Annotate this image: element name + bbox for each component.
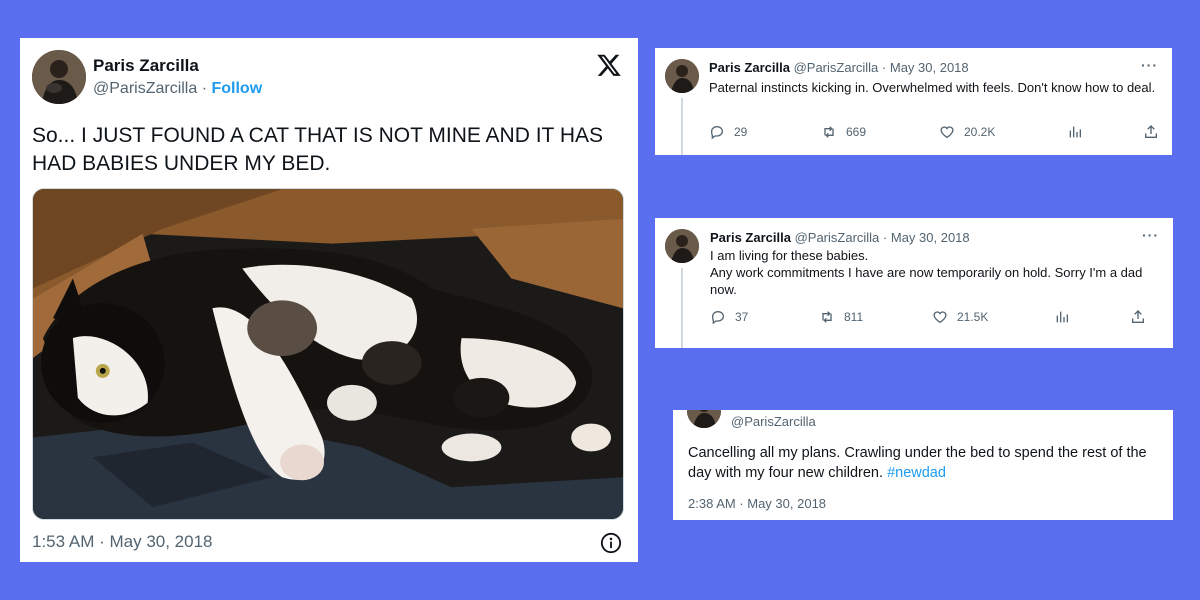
reply-icon bbox=[710, 125, 724, 140]
follow-button[interactable]: Follow bbox=[211, 80, 262, 97]
reply-card-3: @ParisZarcilla Cancelling all my plans. … bbox=[673, 410, 1173, 520]
retweet-action[interactable]: 669 bbox=[821, 124, 866, 140]
reply-action[interactable]: 37 bbox=[710, 309, 748, 325]
reply-text-line: Any work commitments I have are now temp… bbox=[710, 265, 1143, 297]
author-handle[interactable]: @ParisZarcilla bbox=[795, 230, 880, 245]
share-icon bbox=[1145, 125, 1157, 138]
retweet-action[interactable]: 811 bbox=[819, 309, 863, 325]
author-handle[interactable]: @ParisZarcilla bbox=[93, 80, 197, 97]
like-action[interactable]: 21.5K bbox=[932, 309, 988, 325]
reply-icon bbox=[711, 310, 725, 325]
reply-card-2: Paris Zarcilla @ParisZarcilla · May 30, … bbox=[655, 218, 1173, 348]
tweet-text: So... I JUST FOUND A CAT THAT IS NOT MIN… bbox=[32, 124, 604, 175]
analytics-icon bbox=[1069, 126, 1081, 138]
views-action[interactable] bbox=[1054, 309, 1070, 325]
author-handle[interactable]: @ParisZarcilla bbox=[794, 60, 879, 75]
avatar[interactable] bbox=[32, 50, 86, 104]
retweet-count: 669 bbox=[846, 125, 867, 139]
analytics-icon bbox=[1056, 311, 1068, 323]
views-action[interactable] bbox=[1067, 124, 1083, 140]
avatar[interactable] bbox=[687, 410, 721, 428]
x-logo-icon[interactable] bbox=[596, 52, 622, 78]
more-options-icon[interactable]: ··· bbox=[1141, 57, 1158, 73]
tweet-timestamp[interactable]: 1:53 AM · May 30, 2018 bbox=[32, 532, 213, 552]
share-icon bbox=[1132, 310, 1144, 323]
reply-timestamp[interactable]: 2:38 AM · May 30, 2018 bbox=[688, 496, 826, 511]
reply-action[interactable]: 29 bbox=[709, 124, 747, 140]
retweet-icon bbox=[824, 126, 834, 138]
main-tweet-card: Paris Zarcilla @ParisZarcilla · Follow S… bbox=[20, 38, 638, 562]
like-count: 21.5K bbox=[957, 310, 989, 324]
share-action[interactable] bbox=[1130, 309, 1146, 325]
author-handle[interactable]: @ParisZarcilla bbox=[731, 414, 816, 429]
thread-line bbox=[681, 98, 683, 155]
heart-icon bbox=[940, 126, 954, 139]
thread-line bbox=[681, 268, 683, 348]
avatar[interactable] bbox=[665, 229, 699, 263]
reply-text: Cancelling all my plans. Crawling under … bbox=[688, 443, 1158, 483]
action-bar: 29 669 20.2K bbox=[709, 124, 1159, 142]
reply-count: 37 bbox=[735, 310, 749, 324]
heart-icon bbox=[933, 311, 947, 324]
like-action[interactable]: 20.2K bbox=[939, 124, 995, 140]
retweet-count: 811 bbox=[844, 310, 864, 324]
like-count: 20.2K bbox=[964, 125, 996, 139]
more-options-icon[interactable]: ··· bbox=[1142, 227, 1159, 243]
hashtag-link[interactable]: #newdad bbox=[887, 465, 946, 481]
author-name[interactable]: Paris Zarcilla bbox=[93, 56, 199, 76]
reply-text: I am living for these babies. Any work c… bbox=[710, 247, 1155, 298]
reply-text-line: I am living for these babies. bbox=[710, 248, 869, 263]
reply-card-1: Paris Zarcilla @ParisZarcilla · May 30, … bbox=[655, 48, 1172, 155]
avatar[interactable] bbox=[665, 59, 699, 93]
author-name[interactable]: Paris Zarcilla bbox=[710, 230, 791, 245]
retweet-icon bbox=[822, 311, 832, 323]
action-bar: 37 811 21.5K bbox=[710, 309, 1160, 327]
author-name[interactable]: Paris Zarcilla bbox=[709, 60, 790, 75]
reply-count: 29 bbox=[734, 125, 748, 139]
tweet-photo[interactable] bbox=[32, 188, 624, 520]
separator: · bbox=[197, 80, 212, 97]
reply-date[interactable]: · May 30, 2018 bbox=[883, 230, 970, 245]
share-action[interactable] bbox=[1143, 124, 1159, 140]
reply-date[interactable]: · May 30, 2018 bbox=[882, 60, 969, 75]
reply-header: Paris Zarcilla @ParisZarcilla · May 30, … bbox=[710, 230, 970, 245]
author-handle-line: @ParisZarcilla · Follow bbox=[93, 80, 262, 98]
reply-text: Paternal instincts kicking in. Overwhelm… bbox=[709, 80, 1156, 95]
info-icon[interactable] bbox=[600, 532, 622, 554]
reply-header: Paris Zarcilla @ParisZarcilla · May 30, … bbox=[709, 60, 969, 75]
